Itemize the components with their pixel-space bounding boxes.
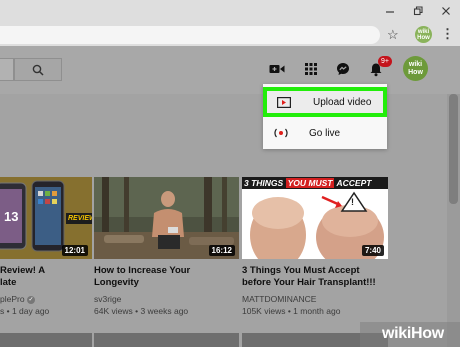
scrollbar-thumb[interactable]: [449, 94, 458, 204]
browser-profile-avatar[interactable]: wiki How: [415, 26, 432, 43]
video-title-line: before Your Hair Transplant!!!: [242, 277, 376, 288]
go-live-icon: [273, 128, 299, 138]
restore-icon[interactable]: [404, 0, 432, 22]
video-thumbnail-row2[interactable]: [94, 333, 239, 347]
close-icon[interactable]: [432, 0, 460, 22]
search-input[interactable]: [0, 58, 14, 81]
duration-badge: 16:12: [208, 245, 235, 256]
watermark-how: How: [411, 325, 444, 342]
video-title-line: 3 Things You Must Accept: [242, 265, 360, 276]
create-video-icon[interactable]: [268, 60, 286, 78]
video-title-line: Review! A: [0, 265, 46, 276]
thumbnail-number-text: 13: [4, 209, 19, 224]
create-dropdown-menu: Upload video Go live: [263, 84, 387, 149]
thumbnail-text-3: ACCEPT: [336, 178, 372, 188]
search-button[interactable]: [14, 58, 62, 81]
notification-badge: 9+: [378, 56, 392, 67]
menu-item-go-live[interactable]: Go live: [263, 119, 387, 147]
verified-check-icon: ✓: [26, 295, 35, 304]
thumbnail-review-text: REVIEW: [66, 213, 92, 224]
video-title[interactable]: 3 Things You Must Accept before Your Hai…: [242, 265, 376, 289]
star-icon[interactable]: ☆: [387, 27, 399, 43]
channel-name[interactable]: MATTDOMINANCE: [242, 294, 316, 304]
video-title[interactable]: How to Increase Your Longevity: [94, 265, 190, 289]
video-title-line: Longevity: [94, 277, 139, 288]
messages-icon[interactable]: [334, 60, 352, 78]
warning-icon: !: [351, 197, 354, 207]
search-icon: [32, 64, 44, 76]
avatar[interactable]: wiki How: [403, 56, 428, 81]
video-title-line: late: [0, 277, 17, 288]
video-meta: s • 1 day ago: [0, 306, 50, 316]
scrollbar[interactable]: [447, 94, 460, 347]
channel-name[interactable]: plePro ✓: [0, 294, 35, 304]
video-meta: 105K views • 1 month ago: [242, 306, 341, 316]
video-thumbnail[interactable]: 13 REVIEW 12:01: [0, 177, 92, 259]
thumbnail-text-2: YOU MUST: [285, 178, 335, 188]
kebab-icon[interactable]: ⋮: [441, 26, 454, 42]
channel-name[interactable]: sv3rige: [94, 294, 121, 304]
video-thumbnail[interactable]: 16:12: [94, 177, 239, 259]
menu-item-upload-video[interactable]: Upload video: [263, 87, 387, 117]
apps-grid-icon[interactable]: [302, 60, 320, 78]
minimize-icon[interactable]: [376, 0, 404, 22]
video-thumbnail[interactable]: 3 THINGS YOU MUST ACCEPT ! 7:40: [242, 177, 388, 259]
avatar-text-wiki: wiki: [408, 60, 423, 68]
channel-name-text: plePro: [0, 294, 25, 304]
url-field[interactable]: [0, 26, 380, 44]
video-title[interactable]: Review! A late: [0, 265, 45, 289]
wikihow-watermark: wikiHow: [382, 325, 444, 343]
menu-item-label-go-live: Go live: [309, 127, 341, 139]
menu-item-label-upload: Upload video: [313, 96, 372, 108]
watermark-wiki: wiki: [382, 325, 412, 342]
youtube-header: [0, 46, 460, 94]
avatar-text-how: How: [408, 68, 423, 76]
window-controls: [376, 0, 460, 22]
duration-badge: 12:01: [61, 245, 88, 256]
video-title-line: How to Increase Your: [94, 265, 191, 276]
video-thumbnail-row2[interactable]: [0, 333, 92, 347]
browser-profile-avatar-text: wiki How: [417, 28, 430, 41]
thumbnail-headline: 3 THINGS YOU MUST ACCEPT: [244, 178, 371, 188]
duration-badge: 7:40: [361, 245, 384, 256]
thumbnail-text-1: 3 THINGS: [244, 178, 284, 188]
upload-video-icon: [277, 96, 303, 108]
video-meta: 64K views • 3 weeks ago: [94, 306, 189, 316]
